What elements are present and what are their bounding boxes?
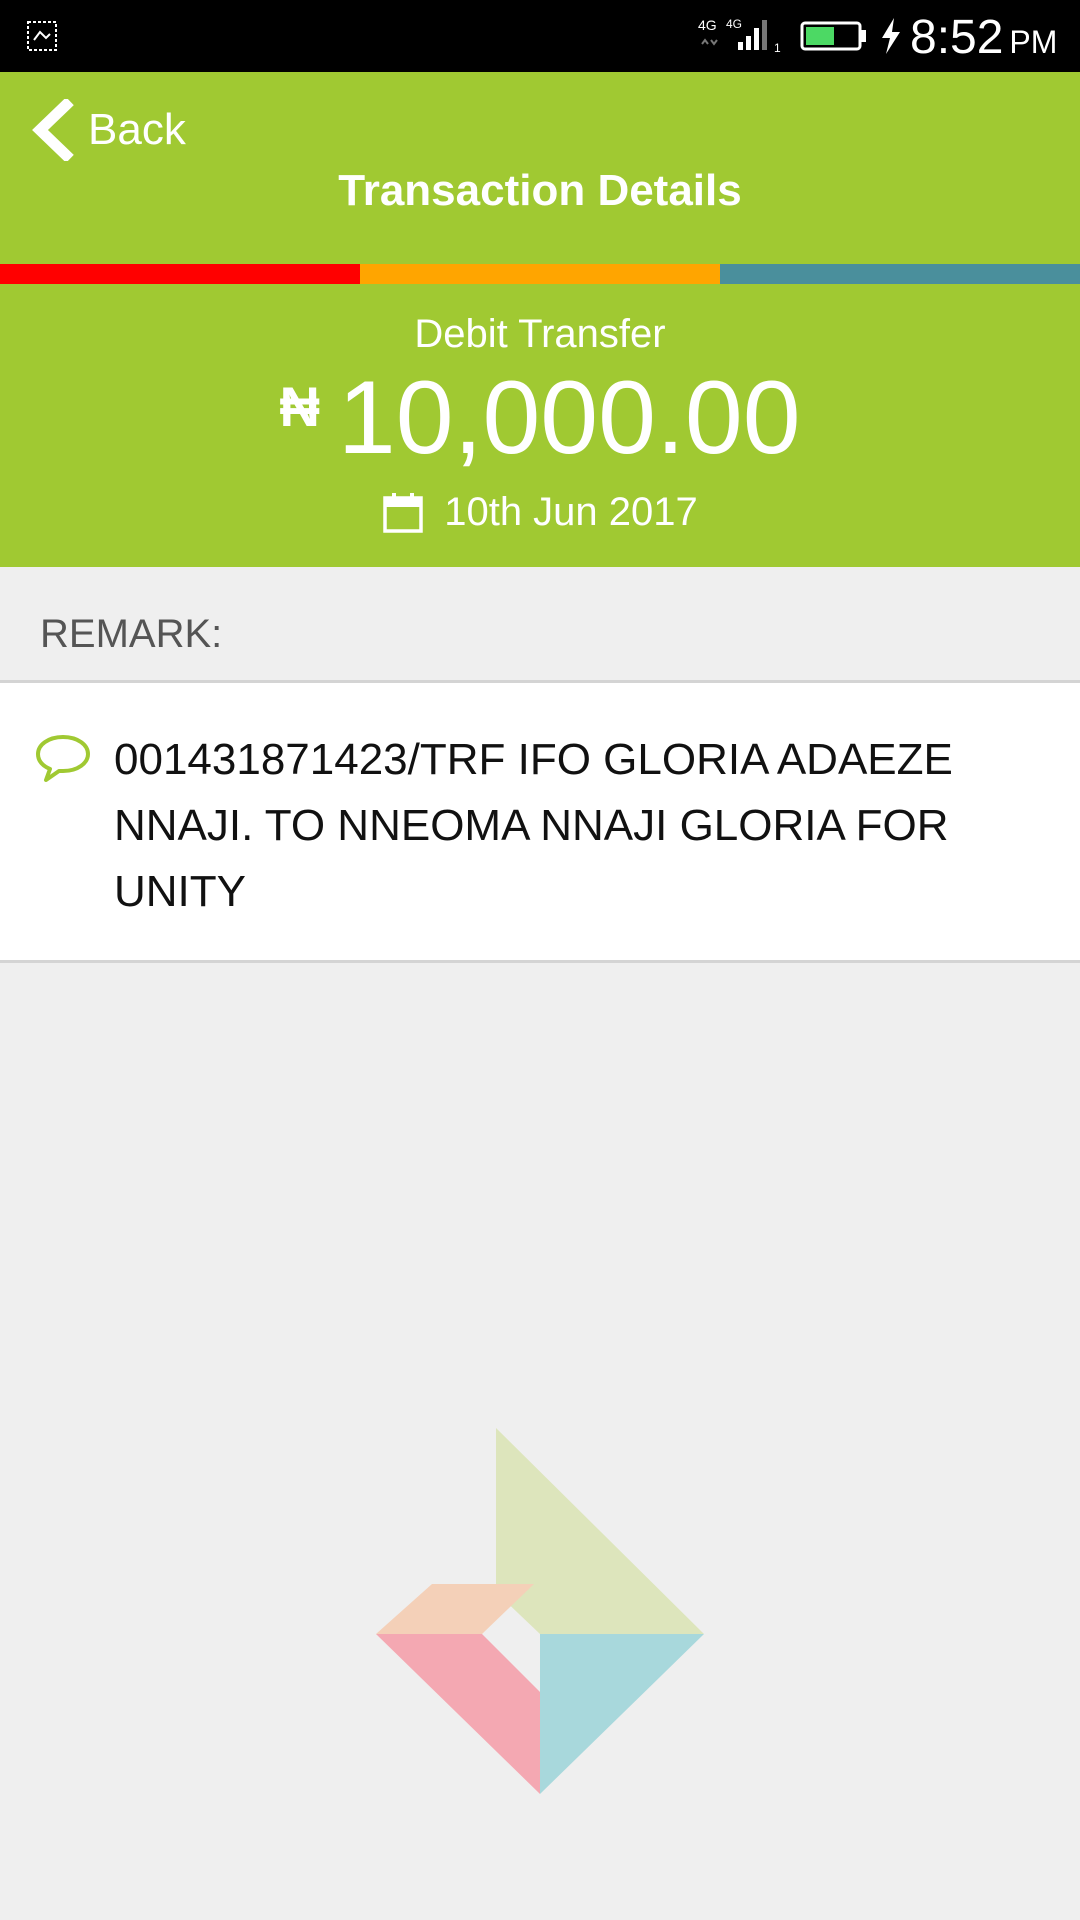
back-label: Back bbox=[88, 105, 186, 154]
svg-text:4G: 4G bbox=[698, 17, 717, 33]
remark-box: 001431871423/TRF IFO GLORIA ADAEZE NNAJI… bbox=[0, 683, 1080, 960]
amount-value: 10,000.00 bbox=[337, 360, 801, 476]
battery-icon bbox=[800, 21, 866, 51]
svg-text:1: 1 bbox=[774, 41, 781, 54]
remark-label: REMARK: bbox=[40, 612, 223, 656]
date-row: 10th Jun 2017 bbox=[0, 490, 1080, 535]
time-text: 8:52 bbox=[910, 11, 1004, 64]
currency-symbol: ₦ bbox=[279, 375, 320, 438]
transaction-type: Debit Transfer bbox=[414, 312, 666, 356]
network-signal-icon: 4G 4G 1 bbox=[698, 17, 781, 54]
ampm-text: PM bbox=[1009, 24, 1058, 60]
speech-bubble-icon bbox=[36, 735, 90, 782]
color-stripe bbox=[0, 264, 1080, 284]
stripe-red bbox=[0, 264, 360, 284]
charging-icon bbox=[882, 18, 900, 54]
calendar-icon bbox=[383, 492, 423, 533]
divider bbox=[0, 960, 1080, 963]
stripe-teal bbox=[720, 264, 1080, 284]
svg-text:4G: 4G bbox=[726, 17, 742, 31]
transaction-date: 10th Jun 2017 bbox=[444, 490, 698, 534]
status-bar: 4G 4G 1 8:52 PM bbox=[0, 0, 1080, 72]
back-button[interactable]: Back bbox=[30, 90, 210, 170]
status-time: 8:52 PM bbox=[910, 10, 1057, 65]
diamond-logo bbox=[376, 1428, 704, 1794]
chevron-left-icon bbox=[32, 99, 74, 161]
remark-text: 001431871423/TRF IFO GLORIA ADAEZE NNAJI… bbox=[114, 735, 953, 916]
stripe-orange bbox=[360, 264, 720, 284]
amount-row: ₦ 10,000.00 bbox=[0, 366, 1080, 470]
screenshot-icon bbox=[27, 21, 57, 51]
transaction-summary: Debit Transfer ₦ 10,000.00 10th Jun 2017 bbox=[0, 284, 1080, 567]
